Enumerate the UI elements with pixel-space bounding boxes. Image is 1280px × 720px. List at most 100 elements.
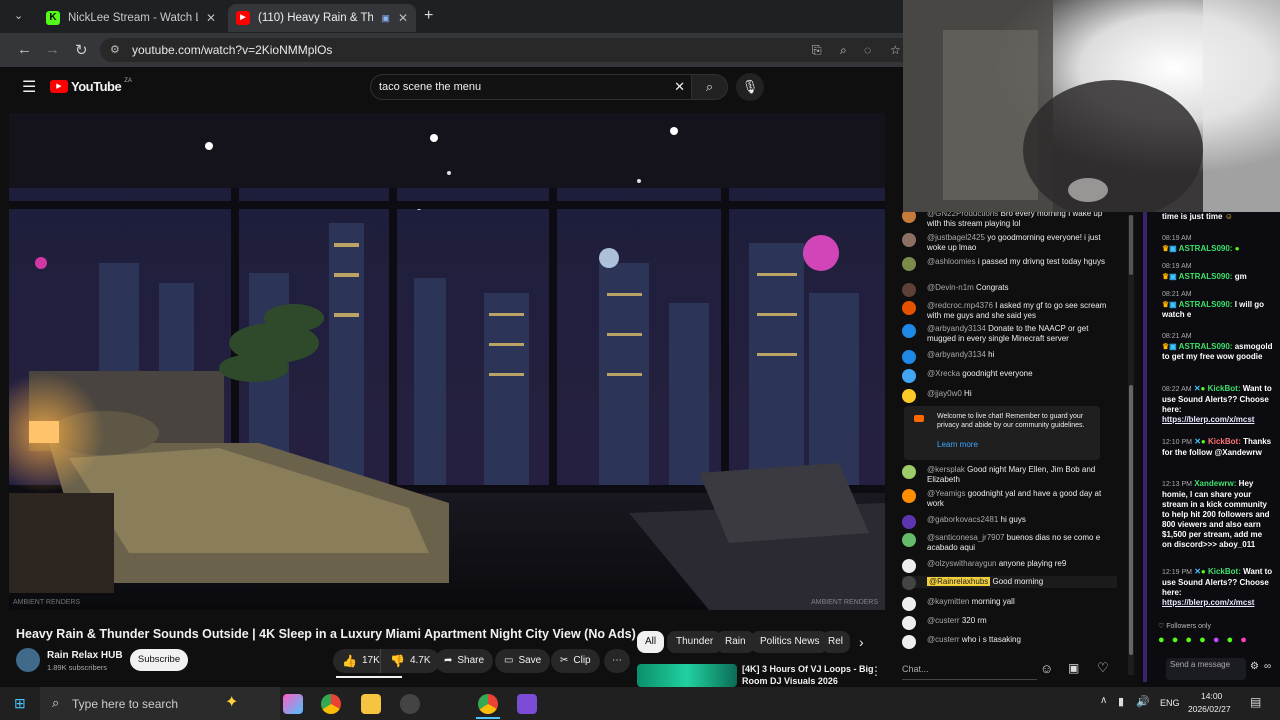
forward-icon[interactable]: → [45, 41, 60, 58]
avatar [902, 616, 916, 630]
search-input[interactable]: taco scene the menu ✕ [370, 74, 692, 100]
browser-toolbar: ← → ↻ ⚙ youtube.com/watch?v=2KioNMMplOs … [0, 33, 903, 67]
eye-off-icon[interactable]: ◌ [864, 38, 871, 62]
voice-search-button[interactable]: 🎙 [736, 73, 764, 101]
zoom-icon[interactable]: ⌕ [840, 38, 847, 62]
chat-message: @arbyandy3134 Donate to the NAACP or get… [902, 324, 1117, 343]
chat-scrollbar-thumb-top[interactable] [1129, 215, 1133, 275]
avatar [902, 350, 916, 364]
tray-app-icon[interactable]: ▮ [1118, 695, 1124, 708]
dislike-button[interactable]: 👎 4.7K [380, 649, 440, 673]
language-indicator[interactable]: ENG [1160, 698, 1180, 708]
kick-chat-input[interactable]: Send a message [1166, 658, 1246, 680]
like-button[interactable]: 👍 17K [333, 649, 386, 673]
url-text: youtube.com/watch?v=2KioNMMplOs [132, 43, 333, 57]
address-bar[interactable]: ⚙ youtube.com/watch?v=2KioNMMplOs ⎘ ⌕ ◌ … [100, 38, 903, 62]
chips-next-icon[interactable]: › [859, 634, 864, 650]
tab-label: NickLee Stream - Watch Live on [68, 12, 198, 24]
new-tab-icon[interactable]: + [424, 7, 433, 25]
visual-studio-app-icon[interactable] [517, 694, 537, 714]
bookmark-star-icon[interactable]: ☆ [890, 38, 901, 62]
obs-app-icon[interactable] [400, 694, 420, 714]
blerp-link[interactable]: https://blerp.com/x/mcst [1162, 598, 1254, 607]
tab-list-chevron-icon[interactable]: ⌄ [14, 9, 23, 22]
video-title: Heavy Rain & Thunder Sounds Outside | 4K… [16, 627, 636, 641]
badge-icon: ▣ [1169, 272, 1177, 281]
channel-name[interactable]: Rain Relax HUB [47, 650, 123, 661]
more-actions-button[interactable]: ⋯ [604, 649, 630, 673]
youtube-logo[interactable]: ▶ YouTube ZA [50, 78, 132, 94]
reload-icon[interactable]: ↻ [75, 41, 88, 59]
back-icon[interactable]: ← [17, 41, 32, 58]
recommended-more-icon[interactable]: ⋮ [870, 664, 882, 678]
tray-chevron-icon[interactable]: ∧ [1100, 695, 1107, 706]
tab-nicklee-stream[interactable]: K NickLee Stream - Watch Live on ✕ [38, 4, 224, 32]
taskbar-search[interactable]: ⌕ Type here to search ✦ [40, 687, 280, 720]
chip-politics-news[interactable]: Politics News [751, 631, 829, 653]
recommended-thumbnail[interactable] [637, 664, 737, 687]
super-chat-icon[interactable]: ▣ [1068, 661, 1079, 675]
blerp-link[interactable]: https://blerp.com/x/mcst [1162, 415, 1254, 424]
avatar [902, 576, 916, 590]
search-icon: ⌕ [705, 79, 714, 94]
recommended-title-line1[interactable]: [4K] 3 Hours Of VJ Loops - Big [742, 664, 874, 674]
avatar [902, 533, 916, 547]
settings-icon[interactable]: ⚙ [1250, 661, 1259, 672]
chat-message-highlighted: @Rainrelaxhubs Good morning [902, 576, 1117, 590]
heart-icon[interactable]: ♡ [1097, 660, 1109, 676]
chat-message: @olzyswitharaygun anyone playing re9 [902, 559, 1117, 573]
emote-icon: ● [1234, 244, 1240, 253]
kick-favicon-icon: K [46, 11, 60, 25]
video-player[interactable]: AMBIENT RENDERS AMBIENT RENDERS [9, 113, 885, 610]
share-button[interactable]: ➦ Share [435, 649, 494, 673]
learn-more-link[interactable]: Learn more [937, 440, 978, 449]
chat-input[interactable]: Chat... [902, 658, 1037, 680]
badge-icon: ● [1200, 567, 1206, 576]
webcam-feed [903, 0, 1280, 212]
tab-label: (110) Heavy Rain & Thunde [258, 12, 374, 24]
install-app-icon[interactable]: ⎘ [812, 38, 822, 62]
chip-related[interactable]: Rel [822, 631, 850, 653]
sparkle-icon: ✦ [225, 694, 239, 711]
avatar [902, 283, 916, 297]
volume-icon[interactable]: 🔊 [1136, 695, 1150, 708]
badge-icon: ▣ [1169, 342, 1177, 351]
avatar [902, 489, 916, 503]
chrome-app-icon[interactable] [321, 694, 341, 714]
avatar [902, 324, 916, 338]
clock-date[interactable]: 2026/02/27 [1188, 704, 1231, 714]
chip-rain[interactable]: Rain [716, 631, 755, 653]
recommended-title-line2[interactable]: Room DJ Visuals 2026 [742, 676, 838, 686]
infinity-icon[interactable]: ∞ [1264, 661, 1271, 672]
clear-search-icon[interactable]: ✕ [674, 75, 685, 99]
watermark-left: AMBIENT RENDERS [13, 599, 80, 606]
close-tab-icon[interactable]: ✕ [398, 11, 408, 25]
channel-avatar[interactable] [16, 648, 40, 672]
clock-time[interactable]: 14:00 [1201, 691, 1222, 701]
kick-message: 12:10 PM ✕● KickBot: Thanks for the foll… [1162, 437, 1272, 457]
webcam-overlay [903, 0, 1280, 212]
search-button[interactable]: ⌕ [692, 74, 728, 100]
chip-all[interactable]: All [637, 631, 665, 653]
copilot-app-icon[interactable] [283, 694, 303, 714]
emote-bar[interactable]: ● ● ● ● ● ● ● [1158, 634, 1249, 646]
site-info-icon[interactable]: ⚙ [110, 38, 120, 62]
file-explorer-icon[interactable] [361, 694, 381, 714]
kick-message: 08:21 AM ♛▣ ASTRALS090: asmogold to get m… [1162, 333, 1273, 361]
kick-message: 08:19 AM ♛▣ ASTRALS090: ● [1162, 235, 1240, 253]
save-button[interactable]: ▭ Save [495, 649, 551, 673]
clip-button[interactable]: ✂ Clip [551, 649, 600, 673]
chrome-profile-app-icon[interactable] [478, 694, 498, 714]
notifications-icon[interactable]: ▤ [1250, 695, 1261, 709]
close-tab-icon[interactable]: ✕ [206, 11, 216, 25]
avatar [902, 257, 916, 271]
windows-start-icon[interactable]: ⊞ [14, 695, 26, 712]
subscribe-button[interactable]: Subscribe [130, 649, 188, 671]
badge-icon: ▣ [1169, 244, 1177, 253]
kick-scrollbar[interactable] [1143, 212, 1147, 682]
emoji-icon[interactable]: ☺ [1040, 661, 1053, 676]
tab-youtube-video[interactable]: ▶ (110) Heavy Rain & Thunde ▣ ✕ [228, 4, 416, 32]
chip-thunder[interactable]: Thunder [667, 631, 723, 653]
menu-icon[interactable]: ☰ [22, 77, 36, 97]
chat-scrollbar-thumb[interactable] [1129, 385, 1133, 655]
